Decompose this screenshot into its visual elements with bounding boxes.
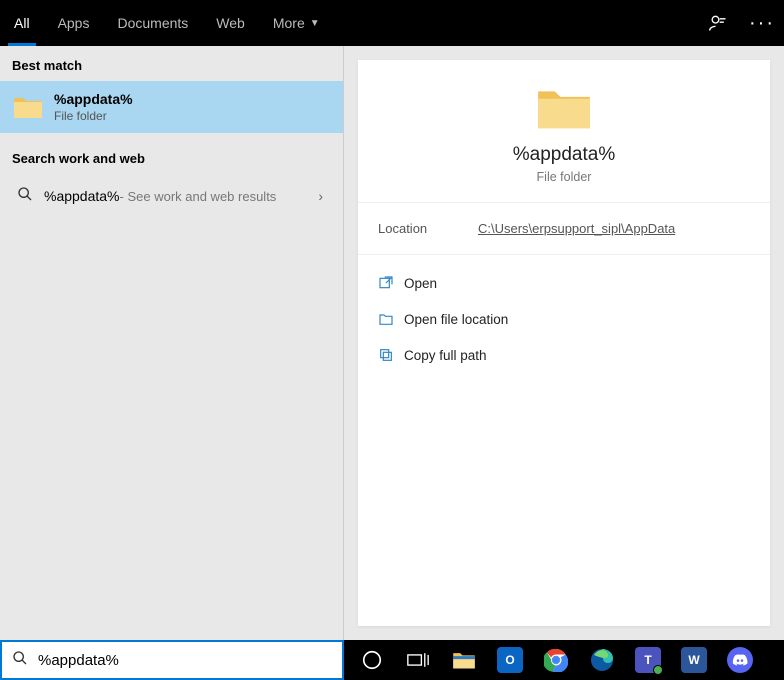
copy-path-action[interactable]: Copy full path [364, 337, 764, 373]
tab-label: More [273, 15, 305, 31]
preview-subtitle: File folder [368, 170, 760, 184]
action-label: Open [404, 276, 437, 291]
action-label: Open file location [404, 312, 508, 327]
open-location-action[interactable]: Open file location [364, 301, 764, 337]
location-row: Location C:\Users\erpsupport_sipl\AppDat… [358, 203, 770, 255]
best-match-header: Best match [0, 46, 343, 81]
web-hint: - See work and web results [120, 189, 277, 204]
taskbar-word[interactable]: W [672, 640, 716, 680]
location-label: Location [378, 221, 478, 236]
preview-header: %appdata% File folder [358, 60, 770, 203]
search-input[interactable] [38, 652, 332, 669]
location-path[interactable]: C:\Users\erpsupport_sipl\AppData [478, 221, 675, 236]
open-action[interactable]: Open [364, 265, 764, 301]
folder-icon [12, 91, 44, 123]
folder-open-icon [378, 311, 404, 327]
taskbar: O T W [344, 640, 784, 680]
open-icon [378, 275, 404, 291]
taskbar-teams[interactable]: T [626, 640, 670, 680]
search-icon [12, 650, 28, 671]
tab-all[interactable]: All [0, 0, 44, 46]
work-web-header: Search work and web [0, 133, 343, 174]
more-options-icon[interactable]: ··· [740, 0, 784, 46]
tab-web[interactable]: Web [202, 0, 259, 46]
tab-label: Documents [117, 15, 188, 31]
search-results-area: Best match %appdata% File folder Search … [0, 46, 784, 640]
search-scope-tabs: All Apps Documents Web More ▼ ··· [0, 0, 784, 46]
tab-documents[interactable]: Documents [103, 0, 202, 46]
tab-apps[interactable]: Apps [44, 0, 104, 46]
taskbar-file-explorer[interactable] [442, 640, 486, 680]
preview-pane: %appdata% File folder Location C:\Users\… [344, 46, 784, 640]
feedback-icon[interactable] [696, 0, 740, 46]
tab-label: Web [216, 15, 245, 31]
result-text: %appdata% File folder [54, 91, 133, 123]
taskbar-task-view[interactable] [396, 640, 440, 680]
preview-card: %appdata% File folder Location C:\Users\… [358, 60, 770, 626]
taskbar-outlook[interactable]: O [488, 640, 532, 680]
search-box[interactable] [0, 640, 344, 680]
folder-icon [536, 84, 592, 132]
result-title: %appdata% [54, 91, 133, 107]
taskbar-discord[interactable] [718, 640, 762, 680]
chevron-down-icon: ▼ [310, 18, 320, 29]
taskbar-edge[interactable] [580, 640, 624, 680]
web-search-result[interactable]: %appdata% - See work and web results › [0, 174, 343, 218]
copy-icon [378, 347, 404, 363]
results-list: Best match %appdata% File folder Search … [0, 46, 344, 640]
tab-label: All [14, 15, 30, 31]
taskbar-chrome[interactable] [534, 640, 578, 680]
tab-more[interactable]: More ▼ [259, 0, 334, 46]
tab-label: Apps [58, 15, 90, 31]
chevron-right-icon: › [312, 188, 329, 204]
preview-actions: Open Open file location Copy full path [358, 255, 770, 383]
result-subtitle: File folder [54, 109, 133, 123]
web-query: %appdata% [44, 188, 120, 204]
preview-title: %appdata% [368, 144, 760, 166]
action-label: Copy full path [404, 348, 487, 363]
search-icon [14, 186, 36, 206]
best-match-result[interactable]: %appdata% File folder [0, 81, 343, 133]
taskbar-cortana[interactable] [350, 640, 394, 680]
